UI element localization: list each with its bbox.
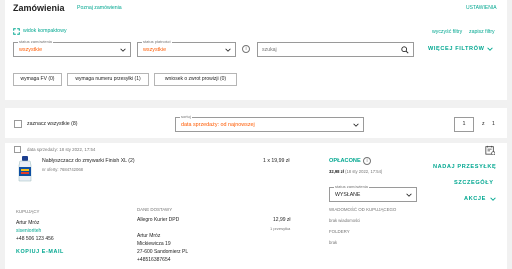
delivery-name: Artur Mróz: [137, 233, 161, 239]
payment-status-value: wszystkie: [143, 47, 167, 53]
settings-link[interactable]: USTAWIENIA: [466, 5, 497, 11]
details-button[interactable]: SZCZEGÓŁY: [454, 180, 494, 186]
product-image[interactable]: [16, 156, 34, 183]
quantity-price: 1 x 19,99 zł: [263, 158, 290, 164]
delivery-heading: DANE DOSTAWY: [137, 207, 173, 212]
chevron-down-icon: [487, 46, 494, 52]
delivery-city: 27-600 Sandomierz PL: [137, 249, 189, 255]
buyer-heading: KUPUJĄCY: [16, 209, 40, 214]
copy-email-button[interactable]: KOPIUJ E-MAIL: [16, 249, 64, 255]
select-all-label: zaznacz wszystkie (8): [27, 121, 78, 127]
chevron-down-icon: [353, 122, 359, 128]
order-status-value: wszystkie: [19, 47, 43, 53]
more-filters-button[interactable]: WIĘCEJ FILTRÓW: [428, 46, 494, 52]
compact-view-label: widok kompaktowy: [23, 28, 67, 34]
search-input[interactable]: [262, 46, 392, 54]
learn-orders-link[interactable]: Poznaj zamówienia: [77, 5, 122, 11]
payment-status-label: status płatności: [142, 39, 172, 44]
sort-label: sortuj: [180, 114, 192, 119]
page-separator: z: [482, 121, 485, 127]
payment-info-icon[interactable]: i: [363, 157, 371, 165]
paid-date: (18 sty 2022, 17:54): [345, 169, 383, 174]
send-parcel-button[interactable]: NADAJ PRZESYŁKĘ: [433, 164, 496, 170]
sale-date-value: 18 sty 2022, 17:54: [59, 147, 96, 152]
offer-label: nr oferty:: [42, 167, 59, 172]
compact-view-icon: [13, 27, 20, 35]
offer-number: nr oferty: 7684742068: [42, 167, 83, 172]
sort-value: data sprzedaży: od najnowszej: [181, 122, 255, 128]
offer-value: 7684742068: [59, 167, 83, 172]
payment-status: OPŁACONE: [329, 158, 361, 164]
filter-chip-tracking-number[interactable]: wymaga numeru przesyłki (1): [67, 73, 149, 86]
order-status-dropdown-label: status zamówienia: [334, 184, 369, 189]
order-status-dropdown-value: WYSŁANE: [335, 192, 361, 198]
more-filters-label: WIĘCEJ FILTRÓW: [428, 46, 485, 52]
info-icon[interactable]: i: [242, 45, 250, 53]
order-status-select[interactable]: status zamówienia wszystkie: [13, 39, 131, 57]
delivery-phone: +48516387654: [137, 257, 171, 263]
actions-button[interactable]: AKCJE: [464, 196, 496, 202]
chevron-down-icon: [490, 196, 496, 202]
buyer-login-link[interactable]: sisenioriteh: [16, 228, 41, 234]
save-filters-link[interactable]: zapisz filtry: [469, 29, 495, 35]
payment-status-select[interactable]: status płatności wszystkie: [137, 39, 236, 57]
folders-text: brak: [329, 240, 338, 245]
paid-amount: 32,98 zł: [329, 169, 344, 174]
compact-view-toggle[interactable]: widok kompaktowy: [13, 27, 67, 35]
chevron-down-icon: [120, 47, 126, 53]
message-heading: WIADOMOŚĆ OD KUPUJĄCEGO: [329, 207, 397, 212]
product-name[interactable]: Nabłyszczacz do zmywarki Finish XL (2): [42, 158, 135, 164]
filter-chip-commission-refund[interactable]: wniosek o zwrot prowizji (0): [154, 73, 237, 86]
message-text: brak wiadomości: [329, 218, 361, 223]
sort-select[interactable]: sortuj data sprzedaży: od najnowszej: [175, 114, 364, 132]
order-status-dropdown[interactable]: status zamówienia WYSŁANE: [329, 184, 417, 202]
delivery-method: Allegro Kurier DPD: [137, 217, 180, 223]
sale-date-label: data sprzedaży:: [27, 147, 58, 152]
order-status-label: status zamówienia: [18, 39, 53, 44]
page-number-input[interactable]: 1: [454, 117, 474, 132]
page-total: 1: [492, 121, 495, 127]
delivery-street: Mickiewicza 19: [137, 241, 171, 247]
page-title: Zamówienia: [13, 3, 65, 13]
paid-info: 32,98 zł (18 sty 2022, 17:54): [329, 169, 382, 174]
chevron-down-icon: [406, 192, 412, 198]
select-all-checkbox[interactable]: [14, 120, 22, 128]
parcel-count: 1 przesyłka: [270, 226, 291, 231]
order-checkbox[interactable]: [14, 146, 21, 153]
chevron-down-icon: [225, 47, 231, 53]
clear-filters-link[interactable]: wyczyść filtry: [432, 29, 462, 35]
order-notes-icon[interactable]: [485, 145, 495, 155]
search-field[interactable]: [257, 42, 414, 57]
sale-date: data sprzedaży: 18 sty 2022, 17:54: [27, 147, 95, 152]
delivery-price: 12,99 zł: [273, 217, 291, 223]
search-icon[interactable]: [401, 46, 409, 54]
actions-label: AKCJE: [464, 196, 486, 202]
filter-chip-invoice[interactable]: wymaga FV (0): [13, 73, 62, 86]
buyer-name: Artur Mróz: [16, 220, 40, 226]
buyer-phone: +48 506 123 456: [16, 236, 54, 242]
folders-heading: FOLDERY: [329, 229, 350, 234]
